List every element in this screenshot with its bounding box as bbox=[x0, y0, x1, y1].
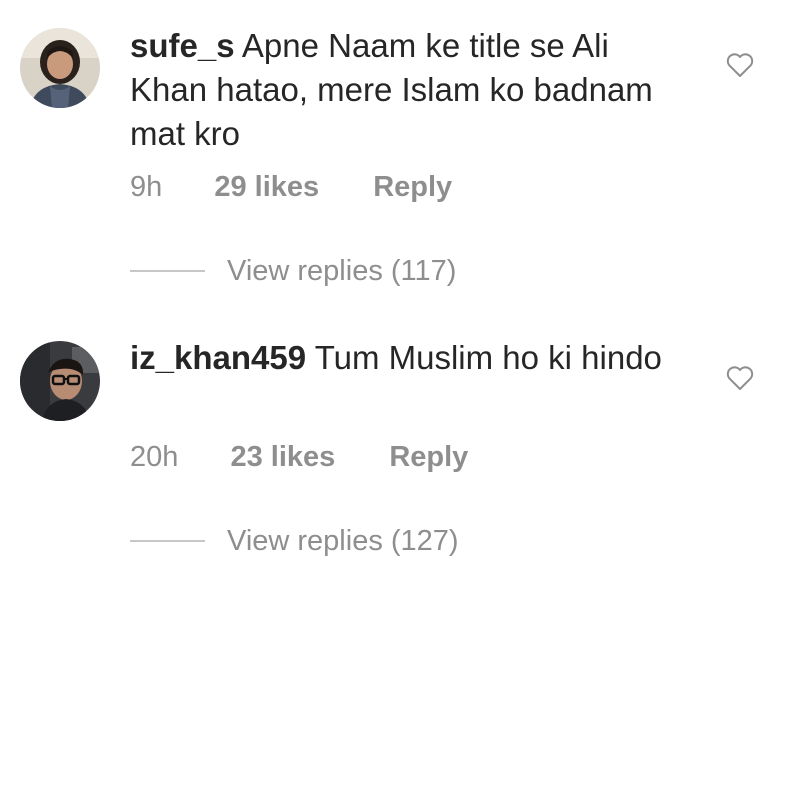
comment-timestamp: 9h bbox=[130, 171, 163, 203]
reply-button[interactable]: Reply bbox=[373, 169, 452, 205]
view-replies-label: View replies (117) bbox=[227, 254, 457, 287]
likes-count[interactable]: 29 likes bbox=[214, 169, 319, 205]
heart-outline-icon bbox=[726, 366, 754, 390]
heart-outline-icon bbox=[726, 53, 754, 77]
comment-text: iz_khan459 Tum Muslim ho ki hindo bbox=[130, 336, 690, 380]
comment-item: iz_khan459 Tum Muslim ho ki hindo 20h 23… bbox=[0, 300, 800, 600]
avatar[interactable] bbox=[20, 341, 100, 421]
avatar-man-glasses-icon bbox=[20, 341, 100, 421]
view-replies-button[interactable]: View replies (117) bbox=[130, 253, 456, 289]
comment-timestamp: 20h bbox=[130, 441, 179, 473]
like-button[interactable] bbox=[726, 52, 754, 78]
comment-meta: 9h 29 likes Reply bbox=[130, 169, 452, 205]
like-button[interactable] bbox=[726, 365, 754, 391]
avatar-woman-icon bbox=[20, 28, 100, 108]
comment-body: Tum Muslim ho ki hindo bbox=[314, 339, 662, 376]
divider-line bbox=[130, 540, 205, 542]
view-replies-button[interactable]: View replies (127) bbox=[130, 523, 459, 559]
comment-username[interactable]: iz_khan459 bbox=[130, 339, 306, 376]
comment-meta: 20h 23 likes Reply bbox=[130, 439, 468, 475]
likes-count[interactable]: 23 likes bbox=[230, 439, 335, 475]
reply-button[interactable]: Reply bbox=[389, 439, 468, 475]
divider-line bbox=[130, 270, 205, 272]
comment-text: sufe_s Apne Naam ke title se Ali Khan ha… bbox=[130, 24, 690, 156]
avatar[interactable] bbox=[20, 28, 100, 108]
comment-item: sufe_s Apne Naam ke title se Ali Khan ha… bbox=[0, 0, 800, 300]
view-replies-label: View replies (127) bbox=[227, 524, 459, 557]
comment-username[interactable]: sufe_s bbox=[130, 27, 235, 64]
